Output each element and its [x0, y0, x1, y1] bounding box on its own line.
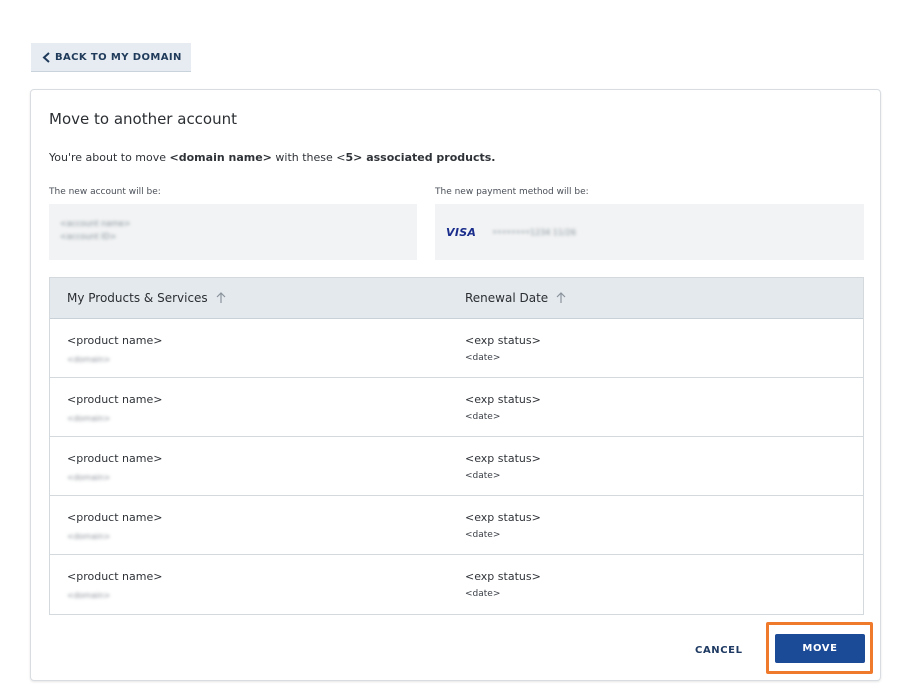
renewal-date: <date> — [465, 353, 501, 363]
table-row: <product name> <domain> <exp status> <da… — [50, 496, 863, 555]
table-row: <product name> <domain> <exp status> <da… — [50, 319, 863, 378]
new-payment-label: The new payment method will be: — [435, 187, 589, 197]
new-account-label: The new account will be: — [49, 187, 161, 197]
product-name: <product name> — [67, 570, 163, 583]
sort-renewal-header[interactable]: Renewal Date — [465, 291, 566, 305]
move-account-card: Move to another account You're about to … — [30, 89, 881, 681]
move-button[interactable]: MOVE — [775, 634, 865, 663]
new-account-box: <account name> <account ID> — [49, 204, 417, 260]
product-domain: <domain> — [67, 591, 111, 600]
products-table: My Products & Services Renewal Date <pro… — [49, 277, 864, 615]
renewal-date: <date> — [465, 471, 501, 481]
domain-name: <domain name> — [169, 151, 272, 164]
back-label: BACK TO MY DOMAIN — [55, 51, 182, 63]
renewal-date: <date> — [465, 530, 501, 540]
chevron-left-icon — [42, 51, 50, 63]
product-domain: <domain> — [67, 532, 111, 541]
card-number: ••••••••1234 11/26 — [492, 227, 576, 237]
page-title: Move to another account — [49, 110, 238, 128]
product-domain: <domain> — [67, 414, 111, 423]
exp-status: <exp status> — [465, 393, 541, 406]
renewal-date: <date> — [465, 412, 501, 422]
table-row: <product name> <domain> <exp status> <da… — [50, 555, 863, 614]
cancel-button[interactable]: CANCEL — [695, 645, 743, 656]
intro-text: You're about to move <domain name> with … — [49, 151, 496, 164]
table-header: My Products & Services Renewal Date — [50, 278, 863, 319]
product-name: <product name> — [67, 511, 163, 524]
sort-arrow-up-icon — [216, 292, 226, 303]
product-name: <product name> — [67, 334, 163, 347]
exp-status: <exp status> — [465, 452, 541, 465]
move-button-highlight: MOVE — [766, 622, 873, 674]
sort-products-header[interactable]: My Products & Services — [67, 291, 226, 305]
back-to-my-domain-button[interactable]: BACK TO MY DOMAIN — [31, 43, 191, 72]
exp-status: <exp status> — [465, 334, 541, 347]
payment-method-box: VISA ••••••••1234 11/26 — [435, 204, 864, 260]
visa-logo: VISA — [446, 225, 477, 239]
product-name: <product name> — [67, 452, 163, 465]
product-domain: <domain> — [67, 355, 111, 364]
sort-arrow-up-icon — [556, 292, 566, 303]
account-name: <account name> — [60, 219, 131, 228]
product-count: 5 — [345, 151, 354, 164]
table-row: <product name> <domain> <exp status> <da… — [50, 437, 863, 496]
account-id: <account ID> — [60, 232, 117, 241]
product-domain: <domain> — [67, 473, 111, 482]
table-row: <product name> <domain> <exp status> <da… — [50, 378, 863, 437]
exp-status: <exp status> — [465, 511, 541, 524]
product-name: <product name> — [67, 393, 163, 406]
renewal-date: <date> — [465, 589, 501, 599]
exp-status: <exp status> — [465, 570, 541, 583]
